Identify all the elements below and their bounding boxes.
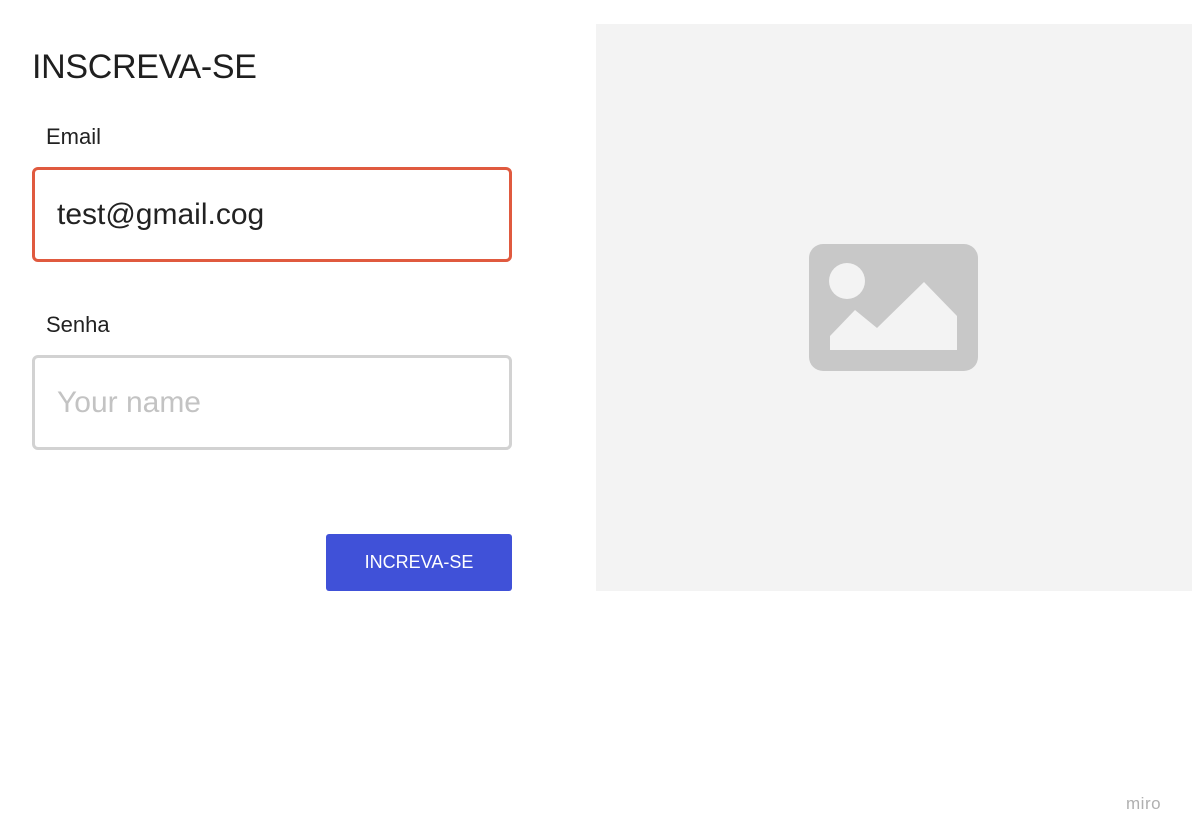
signup-button[interactable]: INCREVA-SE (326, 534, 512, 591)
image-placeholder (596, 24, 1192, 591)
image-icon (809, 244, 978, 371)
email-label: Email (46, 124, 102, 149)
password-field[interactable] (32, 355, 512, 450)
miro-watermark: miro (1126, 794, 1162, 813)
page-title: INSCREVA-SE (32, 48, 257, 86)
email-field[interactable] (32, 167, 512, 262)
signup-page: INSCREVA-SE Email Senha INCREVA-SE miro (0, 0, 1192, 838)
password-label: Senha (46, 312, 110, 337)
